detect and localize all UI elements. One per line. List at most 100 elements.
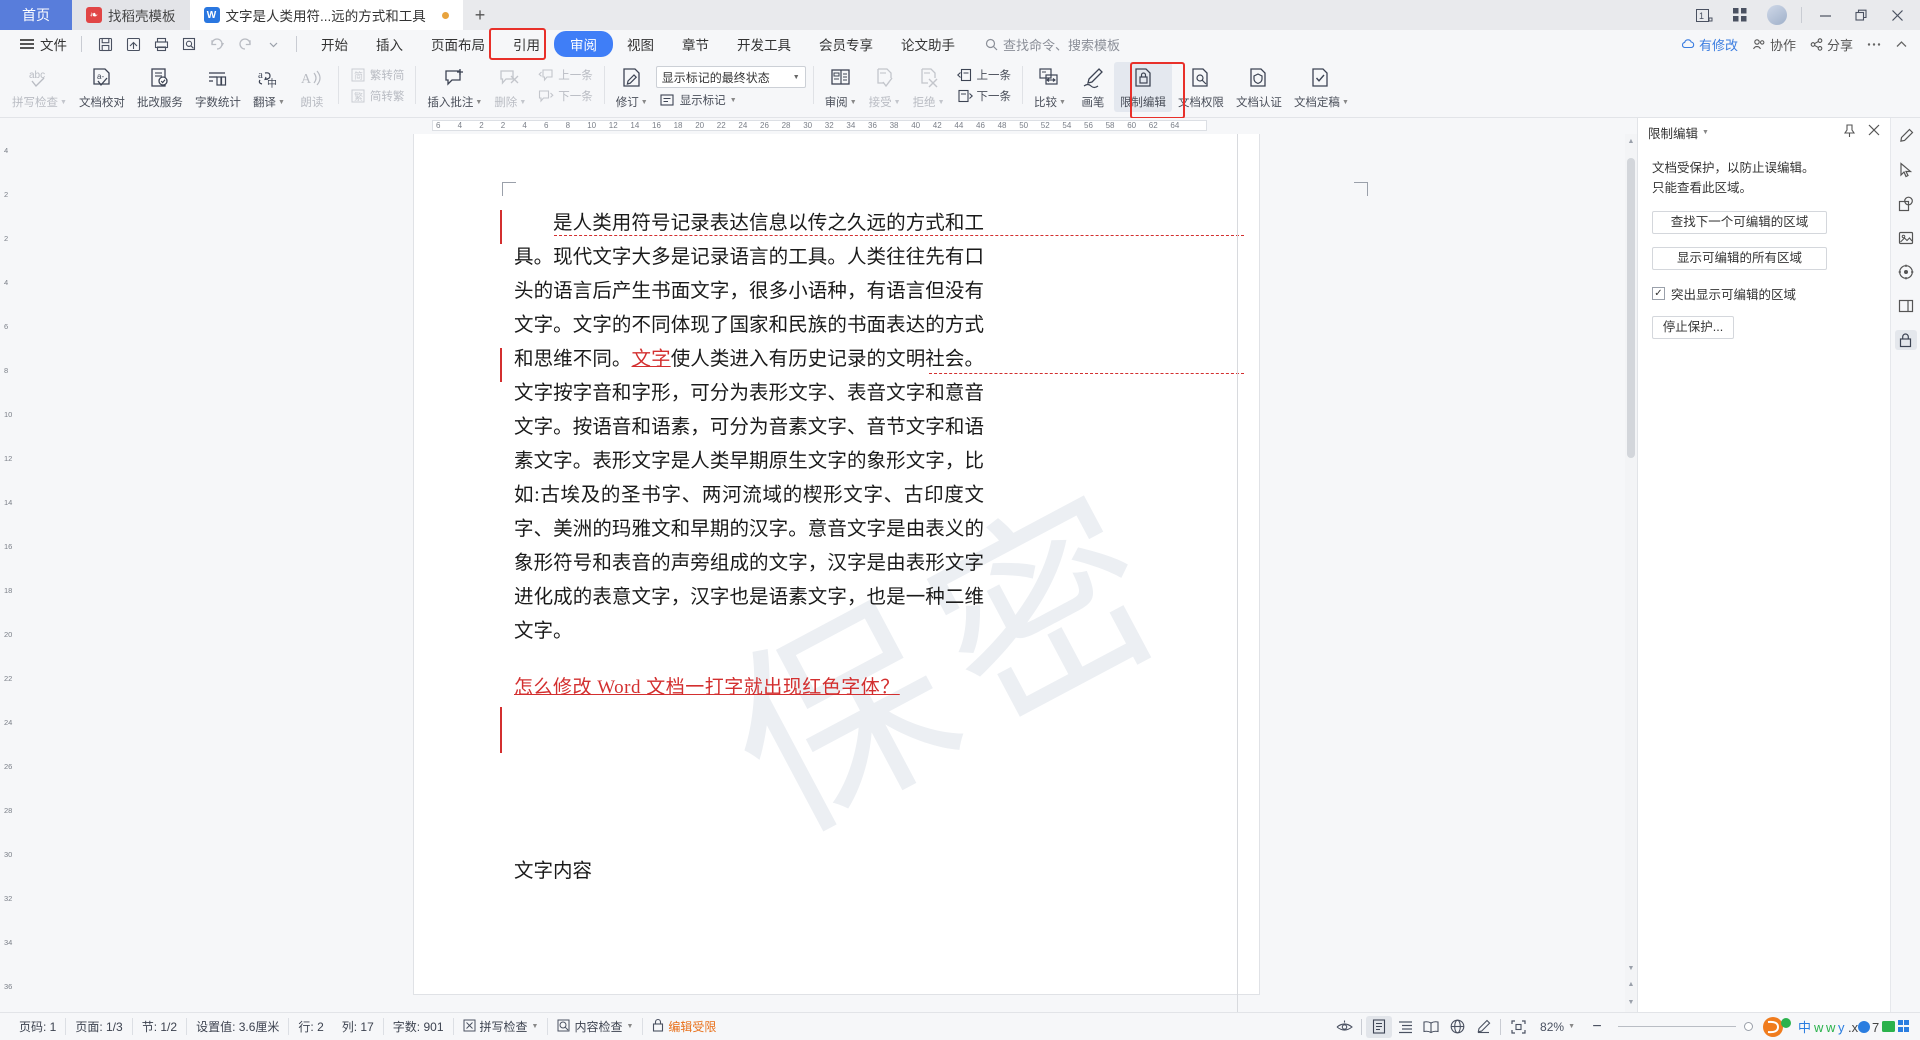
ribbon-button-track-changes[interactable]: 修订 ▼ [610,62,654,112]
resource-icon[interactable] [1895,228,1917,248]
save-icon[interactable] [92,33,118,55]
page-count-icon[interactable]: 1 [1687,0,1721,30]
tab-document[interactable]: W 文字是人类用符...远的方式和工具 [189,0,463,30]
reading-view-icon[interactable] [1418,1016,1444,1038]
fit-page-icon[interactable] [1505,1016,1531,1038]
cloud-status-button[interactable]: 有修改 [1681,35,1738,54]
ribbon-button-doc-permission[interactable]: 文档权限 [1172,62,1230,112]
ribbon-button-insert-comment[interactable]: 插入批注 ▼ [421,62,488,112]
ribbon-button-show-markup[interactable]: 显示标记 ▼ [656,91,806,109]
ribbon-button-doc-certify[interactable]: 文档认证 [1230,62,1288,112]
vertical-scrollbar[interactable]: ▲ ▼ ▲ ▼ [1625,134,1637,1012]
tab-find-template[interactable]: ❧ 找稻壳模板 [72,0,190,30]
more-options-icon[interactable] [1867,42,1881,47]
status-spellcheck[interactable]: 拼写检查 ▼ [452,1018,548,1035]
ribbon-button-restrict-edit[interactable]: 限制编辑 [1113,62,1172,112]
status-column[interactable]: 列: 17 [333,1018,383,1035]
restore-icon[interactable] [1844,0,1878,30]
command-search[interactable]: 查找命令、搜索模板 [985,35,1120,54]
ribbon-button-reviewing-pane[interactable]: 审阅 ▼ [819,62,863,112]
prev-page-icon[interactable]: ▲ [1627,981,1635,988]
ribbon-button-ink-pen[interactable]: 画笔 [1072,62,1114,112]
ribbon-button-reject[interactable]: 拒绝 ▼ [907,62,951,112]
zoom-slider[interactable] [1610,1025,1744,1028]
status-page-number[interactable]: 页码: 1 [10,1018,65,1035]
collaborate-button[interactable]: 协作 [1752,35,1796,54]
zoom-level[interactable]: 82% ▼ [1531,1020,1584,1034]
status-setting-value[interactable]: 设置值: 3.6厘米 [186,1018,288,1035]
horizontal-ruler[interactable]: 6 4 2 2 4 6 8 10 12 14 16 18 20 22 24 26 28 30 32 34 36 38 40 4… [22,118,1637,134]
save-as-icon[interactable] [120,33,146,55]
chevron-down-icon[interactable]: ▼ [1702,129,1709,136]
location-icon[interactable] [1895,262,1917,282]
print-preview-icon[interactable] [176,33,202,55]
status-content-check[interactable]: 内容检查 ▼ [547,1018,642,1035]
outline-view-icon[interactable] [1392,1016,1418,1038]
next-page-icon[interactable]: ▼ [1627,999,1635,1006]
document-page[interactable]: 保密 是人类用符号记录表达信息以传之久远的方式和工具。现代文字大多是记录语言的工… [414,134,1368,994]
minimize-icon[interactable] [1808,0,1842,30]
user-avatar[interactable] [1767,5,1787,25]
close-icon[interactable] [1868,124,1880,141]
ribbon-tab-view[interactable]: 视图 [613,31,668,57]
ribbon-button-word-count[interactable]: 字数统计 [189,62,247,112]
ribbon-button-delete-comment[interactable]: 删除 ▼ [488,62,532,112]
undo-icon[interactable]: ▾ [204,33,230,55]
ribbon-button-translate[interactable]: a中 翻译 ▼ [247,62,291,112]
ribbon-button-next-comment[interactable]: 下一条 [534,87,597,105]
ink-view-icon[interactable] [1470,1016,1496,1038]
ribbon-tab-start[interactable]: 开始 [307,31,362,57]
status-page-of[interactable]: 页面: 1/3 [65,1018,131,1035]
customize-qat-icon[interactable] [260,33,286,55]
ribbon-button-trad-to-simp[interactable]: 简 繁转简 [346,66,409,84]
close-icon[interactable] [1880,0,1914,30]
find-next-editable-region-button[interactable]: 查找下一个可编辑的区域 [1652,211,1827,234]
ribbon-button-doc-finalize[interactable]: 文档定稿 ▼ [1288,62,1355,112]
ribbon-tab-page-layout[interactable]: 页面布局 [417,31,499,57]
lock-icon[interactable] [1894,330,1917,350]
ribbon-tab-developer[interactable]: 开发工具 [723,31,805,57]
new-tab-button[interactable]: + [463,0,498,30]
grid-view-icon[interactable] [1723,0,1757,30]
collapse-ribbon-icon[interactable] [1895,40,1908,49]
tab-home[interactable]: 首页 [0,0,72,30]
show-all-editable-regions-button[interactable]: 显示可编辑的所有区域 [1652,247,1827,270]
ribbon-button-spellcheck[interactable]: abc 拼写检查 ▼ [6,62,73,112]
cursor-select-icon[interactable] [1895,160,1917,180]
scroll-down-arrow-icon[interactable]: ▼ [1627,965,1635,972]
document-canvas[interactable]: 保密 是人类用符号记录表达信息以传之久远的方式和工具。现代文字大多是记录语言的工… [22,134,1637,1012]
markup-display-select[interactable]: 显示标记的最终状态 ▼ [655,66,806,88]
ribbon-button-compare[interactable]: 比较 ▼ [1028,62,1072,112]
scroll-up-arrow-icon[interactable]: ▲ [1627,138,1635,145]
ribbon-tab-sections[interactable]: 章节 [668,31,723,57]
ribbon-tab-member[interactable]: 会员专享 [805,31,887,57]
document-body-text[interactable]: 是人类用符号记录表达信息以传之久远的方式和工具。现代文字大多是记录语言的工具。人… [514,207,984,705]
ribbon-button-accept[interactable]: 接受 ▼ [863,62,907,112]
zoom-slider-knob[interactable] [1744,1022,1753,1031]
share-button[interactable]: 分享 [1810,35,1853,54]
ribbon-button-simp-to-trad[interactable]: 繁 简转繁 [346,87,409,105]
checkbox-box[interactable]: ✓ [1652,287,1665,300]
pen-edit-icon[interactable] [1895,126,1917,146]
stop-protection-button[interactable]: 停止保护... [1652,316,1734,339]
panel-icon[interactable] [1895,296,1917,316]
ribbon-button-prev-comment[interactable]: 上一条 [534,66,597,84]
zoom-out-button[interactable]: − [1584,1016,1610,1038]
file-menu-button[interactable]: 文件 [10,34,77,54]
vertical-ruler[interactable]: 4 2 2 4 6 8 10 12 14 16 18 20 22 24 26 28 30 32 34 36 [0,118,22,1012]
status-section[interactable]: 节: 1/2 [131,1018,186,1035]
ribbon-button-doc-proofread[interactable]: a- 文档校对 [73,62,131,112]
ribbon-tab-thesis-helper[interactable]: 论文助手 [887,31,969,57]
status-row[interactable]: 行: 2 [288,1018,332,1035]
status-edit-restricted[interactable]: 编辑受限 [642,1018,725,1035]
shapes-icon[interactable] [1895,194,1917,214]
ribbon-button-next-change[interactable]: 下一条 [953,87,1016,105]
web-view-icon[interactable] [1444,1016,1470,1038]
ribbon-button-read-aloud[interactable]: A 朗读 [291,62,333,112]
scrollbar-thumb[interactable] [1627,158,1635,458]
eye-icon[interactable] [1331,1016,1357,1038]
ribbon-tab-review[interactable]: 审阅 [554,31,613,57]
ribbon-button-correction-service[interactable]: 批改服务 [131,62,189,112]
page-view-icon[interactable] [1366,1015,1393,1038]
print-icon[interactable] [148,33,174,55]
